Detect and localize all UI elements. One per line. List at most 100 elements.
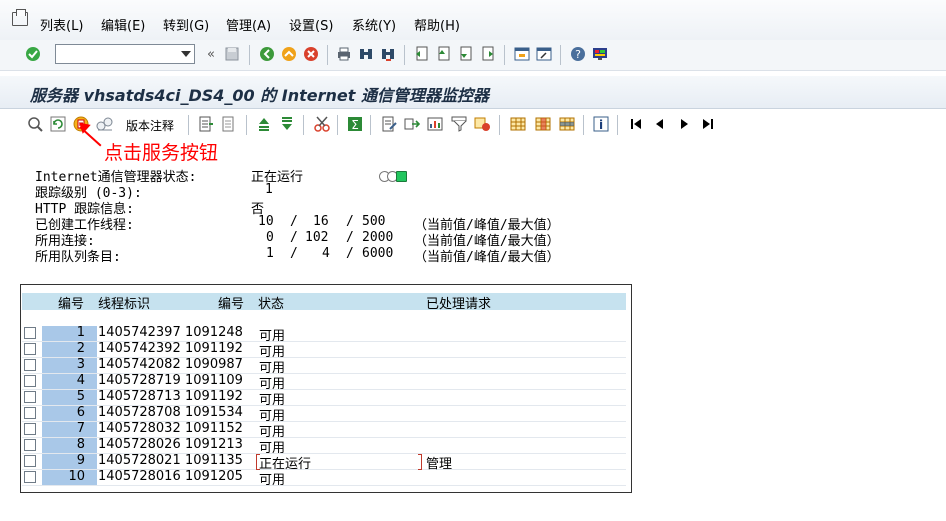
header-no[interactable]: 编号 <box>58 293 84 312</box>
table-row[interactable]: 5 1405728713 1091192 可用 <box>22 389 626 408</box>
prev-page-icon[interactable] <box>434 45 452 63</box>
process-id: 1090987 <box>185 357 243 372</box>
row-checkbox[interactable] <box>24 391 36 403</box>
previous-record-icon[interactable] <box>651 115 669 133</box>
column-select-icon[interactable] <box>534 115 552 133</box>
menu-system[interactable]: 系统(Y) <box>352 15 396 34</box>
nav-back-icon[interactable]: « <box>202 45 220 63</box>
svg-text:Σ: Σ <box>351 118 359 132</box>
exit-icon[interactable] <box>280 45 298 63</box>
table-row[interactable]: 7 1405728032 1091152 可用 <box>22 421 626 440</box>
back-icon[interactable] <box>258 45 276 63</box>
svg-text:?: ? <box>575 48 581 61</box>
row-select-icon[interactable] <box>558 115 576 133</box>
cut-icon[interactable] <box>313 115 331 133</box>
menu-settings[interactable]: 设置(S) <box>289 15 333 34</box>
queue-entries-current: 1 <box>266 246 274 261</box>
connections-current: 0 <box>266 230 274 245</box>
row-checkbox[interactable] <box>24 343 36 355</box>
menu-manage[interactable]: 管理(A) <box>226 15 271 34</box>
header-processed-request[interactable]: 已处理请求 <box>426 293 491 312</box>
table-row[interactable]: 2 1405742392 1091192 可用 <box>22 341 626 360</box>
row-number-cell: 5 <box>42 389 97 405</box>
next-page-icon[interactable] <box>456 45 474 63</box>
find-icon[interactable] <box>357 45 375 63</box>
table-row[interactable]: 1 1405742397 1091248 可用 <box>22 325 626 344</box>
refresh-icon[interactable] <box>49 115 67 133</box>
check-icon[interactable] <box>24 45 42 63</box>
table-view-icon[interactable] <box>509 115 527 133</box>
row-checkbox[interactable] <box>24 359 36 371</box>
help-icon[interactable]: ? <box>569 45 587 63</box>
process-id: 1091534 <box>185 405 243 420</box>
process-id: 1091205 <box>185 469 243 484</box>
table-row[interactable]: 4 1405728719 1091109 可用 <box>22 373 626 392</box>
header-status[interactable]: 状态 <box>258 293 284 312</box>
new-session-icon[interactable] <box>513 45 531 63</box>
print-icon[interactable] <box>335 45 353 63</box>
first-record-icon[interactable] <box>627 115 645 133</box>
import-icon[interactable] <box>220 115 238 133</box>
app-menu-icon[interactable] <box>12 9 28 26</box>
thread-id: 1405742392 <box>98 341 181 356</box>
graphic-icon[interactable] <box>426 115 444 133</box>
row-checkbox[interactable] <box>24 407 36 419</box>
sum-icon[interactable]: Σ <box>346 115 364 133</box>
menu-list[interactable]: 列表(L) <box>40 15 83 34</box>
last-page-icon[interactable] <box>478 45 496 63</box>
row-number-cell: 7 <box>42 421 97 437</box>
save-icon[interactable] <box>223 45 241 63</box>
chevron-down-icon[interactable] <box>181 51 191 57</box>
detail-icon[interactable] <box>26 115 44 133</box>
command-field[interactable] <box>55 44 195 64</box>
row-checkbox[interactable] <box>24 375 36 387</box>
row-checkbox[interactable] <box>24 455 36 467</box>
header-thread-id[interactable]: 线程标识 <box>98 293 150 312</box>
connections-max: 2000 <box>362 230 394 245</box>
info-icon[interactable]: i <box>592 115 610 133</box>
menu-edit[interactable]: 编辑(E) <box>101 15 145 34</box>
row-number: 9 <box>76 453 85 468</box>
queue-entries-label: 所用队列条目: <box>35 250 121 265</box>
layout-icon[interactable] <box>591 45 609 63</box>
table-row[interactable]: 6 1405728708 1091534 可用 <box>22 405 626 424</box>
edit-list-icon[interactable] <box>380 115 398 133</box>
annotation-text: 点击服务按钮 <box>104 142 219 164</box>
application-toolbar: 版本注释 Σ i <box>0 110 946 138</box>
network-icon[interactable] <box>96 115 114 133</box>
table-row[interactable]: 9 1405728021 1091135 正在运行 管理 <box>22 453 626 472</box>
queue-entries-peak: 4 <box>322 246 330 261</box>
row-number: 6 <box>76 405 85 420</box>
row-checkbox[interactable] <box>24 471 36 483</box>
trace-level-value: 1 <box>265 182 273 197</box>
row-number: 7 <box>76 421 85 436</box>
next-record-icon[interactable] <box>675 115 693 133</box>
export-icon[interactable] <box>197 115 215 133</box>
table-row[interactable]: 10 1405728016 1091205 可用 <box>22 469 626 488</box>
row-number: 3 <box>76 357 85 372</box>
transfer-icon[interactable] <box>403 115 421 133</box>
filter-icon[interactable] <box>450 115 468 133</box>
sort-ascending-icon[interactable] <box>255 115 273 133</box>
cancel-icon[interactable] <box>302 45 320 63</box>
first-page-icon[interactable] <box>412 45 430 63</box>
thread-status: 可用 <box>259 473 286 488</box>
version-notes-button[interactable]: 版本注释 <box>126 117 174 134</box>
find-next-icon[interactable] <box>379 45 397 63</box>
row-checkbox[interactable] <box>24 439 36 451</box>
sort-descending-icon[interactable] <box>278 115 296 133</box>
table-row[interactable]: 8 1405728026 1091213 可用 <box>22 437 626 456</box>
row-number: 5 <box>76 389 85 404</box>
header-pid[interactable]: 编号 <box>218 293 244 312</box>
menu-goto[interactable]: 转到(G) <box>163 15 209 34</box>
menu-help[interactable]: 帮助(H) <box>414 15 460 34</box>
last-record-icon[interactable] <box>699 115 717 133</box>
row-number: 10 <box>68 469 85 484</box>
layout-variant-icon[interactable] <box>474 115 492 133</box>
process-id: 1091192 <box>185 389 243 404</box>
queue-entries-max: 6000 <box>362 246 394 261</box>
shortcut-icon[interactable] <box>535 45 553 63</box>
table-row[interactable]: 3 1405742082 1090987 可用 <box>22 357 626 376</box>
row-checkbox[interactable] <box>24 327 36 339</box>
row-checkbox[interactable] <box>24 423 36 435</box>
